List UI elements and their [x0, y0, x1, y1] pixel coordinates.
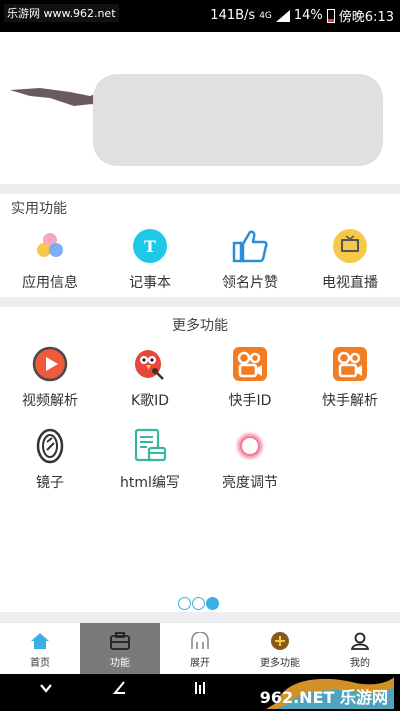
- kuaishou-icon: [332, 346, 368, 382]
- toolbox-icon: [110, 631, 130, 651]
- site-watermark-text: 962.NET 乐游网: [259, 688, 388, 707]
- section-divider: [0, 297, 400, 307]
- more-icon: [270, 631, 290, 651]
- page-dot[interactable]: [192, 597, 205, 610]
- nav-item-home[interactable]: 首页: [0, 623, 80, 675]
- more-item-mirror[interactable]: 镜子: [0, 428, 100, 492]
- utility-item-tv[interactable]: 电视直播: [300, 228, 400, 292]
- network-type: 4G: [259, 10, 272, 21]
- more-item-html-editor[interactable]: html编写: [100, 428, 200, 492]
- profile-icon: [350, 631, 370, 651]
- status-indicators: 141B/s 4G 14% 傍晚6:13: [210, 6, 394, 25]
- play-icon: [32, 346, 68, 382]
- bottom-nav: 首页 功能 展开 更多功能 我的: [0, 622, 400, 675]
- section-divider: [0, 184, 400, 194]
- section-title-more: 更多功能: [172, 318, 228, 334]
- more-item-kuaishou-id[interactable]: 快手ID: [200, 346, 300, 410]
- mirror-icon: [32, 428, 68, 464]
- page-dot-active[interactable]: [206, 597, 219, 610]
- page-dot[interactable]: [178, 597, 191, 610]
- status-bar: 乐游网 www.962.net 141B/s 4G 14% 傍晚6:13: [0, 0, 400, 32]
- nav-item-profile[interactable]: 我的: [320, 623, 400, 675]
- recent-apps-icon[interactable]: [192, 680, 208, 701]
- nav-item-more[interactable]: 更多功能: [240, 623, 320, 675]
- brightness-icon: [232, 428, 268, 464]
- battery-icon: [326, 8, 335, 23]
- kuaishou-icon: [232, 346, 268, 382]
- utility-item-notepad[interactable]: T 记事本: [100, 228, 200, 292]
- watermark-text: 乐游网 www.962.net: [4, 4, 119, 22]
- nav-item-functions[interactable]: 功能: [80, 623, 160, 675]
- banner[interactable]: [0, 32, 400, 184]
- notepad-icon: T: [132, 228, 168, 264]
- more-item-video-parse[interactable]: 视频解析: [0, 346, 100, 410]
- clock: 傍晚6:13: [338, 10, 394, 25]
- tv-icon: [332, 228, 368, 264]
- more-item-karaoke-id[interactable]: K歌ID: [100, 346, 200, 410]
- utility-item-app-info[interactable]: 应用信息: [0, 228, 100, 292]
- banner-image-placeholder: [93, 74, 383, 166]
- page-indicator: [178, 597, 219, 610]
- chevron-down-icon[interactable]: [38, 680, 54, 701]
- section-title-utility: 实用功能: [11, 201, 67, 217]
- nav-item-expand[interactable]: 展开: [160, 623, 240, 675]
- thumbs-up-icon: [232, 228, 268, 264]
- karaoke-icon: [132, 346, 168, 382]
- svg-text:T: T: [144, 237, 156, 256]
- more-item-brightness[interactable]: 亮度调节: [200, 428, 300, 492]
- expand-icon: [190, 631, 210, 651]
- html-editor-icon: [132, 428, 168, 464]
- back-icon[interactable]: [112, 680, 128, 701]
- system-nav-bar: 962.NET 乐游网: [0, 674, 400, 711]
- more-item-kuaishou-parse[interactable]: 快手解析: [300, 346, 400, 410]
- utility-item-like[interactable]: 领名片赞: [200, 228, 300, 292]
- app-info-icon: [32, 228, 68, 264]
- section-divider: [0, 612, 400, 622]
- network-speed: 141B/s: [210, 8, 256, 23]
- signal-icon: [275, 9, 290, 22]
- home-icon: [30, 631, 50, 651]
- battery-percent: 14%: [293, 8, 323, 23]
